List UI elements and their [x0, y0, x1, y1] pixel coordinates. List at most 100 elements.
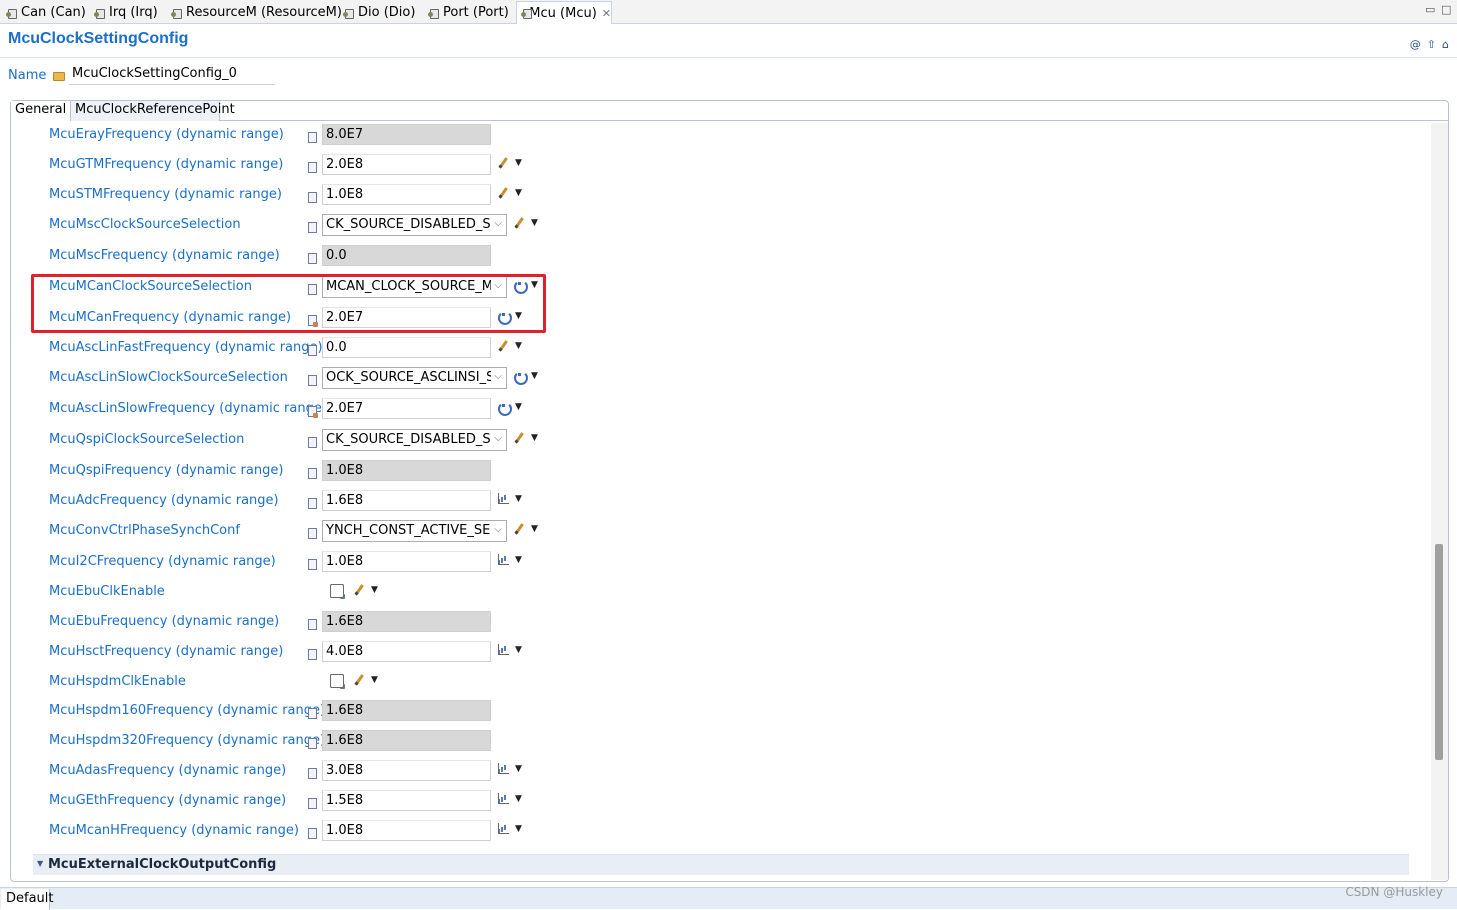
param-label[interactable]: McuGEthFrequency (dynamic range)	[49, 793, 286, 808]
param-type-icon	[308, 619, 317, 630]
param-value-select[interactable]: CK_SOURCE_DISABLED_SEL0⌵	[322, 214, 507, 236]
dropdown-triangle-icon[interactable]: ▼	[531, 371, 538, 381]
chevron-down-icon[interactable]: ⌵	[494, 433, 502, 444]
param-checkbox[interactable]	[330, 674, 344, 688]
pencil-icon[interactable]	[497, 187, 509, 199]
param-value-field[interactable]: 0.0	[322, 337, 491, 358]
param-label[interactable]: McuHspdm160Frequency (dynamic range)	[49, 703, 325, 718]
param-row: McuMscFrequency (dynamic range) 0.0	[0, 245, 1420, 276]
chevron-down-icon[interactable]: ⌵	[494, 218, 502, 229]
param-value-field[interactable]: 3.0E8	[322, 760, 491, 781]
param-label[interactable]: McuAscLinSlowFrequency (dynamic range)	[49, 401, 327, 416]
maximize-icon[interactable]: □	[1441, 3, 1451, 16]
tab-resourcem[interactable]: ResourceM (ResourceM)	[167, 2, 342, 23]
pencil-icon[interactable]	[513, 432, 525, 444]
param-label[interactable]: McuAdasFrequency (dynamic range)	[49, 763, 286, 778]
dropdown-triangle-icon[interactable]: ▼	[371, 675, 378, 685]
dropdown-triangle-icon[interactable]: ▼	[515, 555, 522, 565]
status-tab-default[interactable]: Default	[1, 889, 54, 910]
pencil-icon[interactable]	[353, 674, 365, 686]
pencil-icon[interactable]	[513, 523, 525, 535]
param-label[interactable]: McuEbuFrequency (dynamic range)	[49, 614, 279, 629]
tab-general[interactable]: General	[11, 101, 66, 121]
name-field[interactable]: McuClockSettingConfig_0	[69, 65, 275, 85]
param-actions: ▼	[497, 763, 522, 775]
param-value-select[interactable]: YNCH_CONST_ACTIVE_SEL0 ⌵	[322, 520, 507, 542]
param-label[interactable]: McuEbuClkEnable	[49, 584, 165, 599]
param-label[interactable]: McuAscLinFastFrequency (dynamic range)	[49, 340, 323, 355]
dropdown-triangle-icon[interactable]: ▼	[515, 158, 522, 168]
tab-mcu[interactable]: Mcu (Mcu) ✕	[516, 1, 612, 24]
pencil-icon[interactable]	[497, 340, 509, 352]
param-label[interactable]: McuQspiClockSourceSelection	[49, 432, 244, 447]
chevron-down-icon[interactable]: ⌵	[494, 524, 502, 535]
param-value-select[interactable]: CK_SOURCE_DISABLED_SEL0⌵	[322, 429, 507, 451]
param-label[interactable]: McuMscClockSourceSelection	[49, 217, 241, 232]
home-icon[interactable]: ⌂	[1442, 38, 1449, 51]
pencil-icon[interactable]	[497, 157, 509, 169]
param-label[interactable]: McuErayFrequency (dynamic range)	[49, 127, 284, 142]
param-value-field[interactable]: 1.6E8	[322, 490, 491, 511]
dropdown-triangle-icon[interactable]: ▼	[515, 645, 522, 655]
chart-icon[interactable]	[497, 793, 509, 805]
calculated-icon[interactable]	[497, 401, 512, 416]
chart-icon[interactable]	[497, 763, 509, 775]
param-checkbox[interactable]	[330, 584, 344, 598]
param-label[interactable]: McuHsctFrequency (dynamic range)	[49, 644, 283, 659]
param-label[interactable]: McuConvCtrlPhaseSynchConf	[49, 523, 240, 538]
module-icon	[171, 7, 183, 19]
dropdown-triangle-icon[interactable]: ▼	[515, 341, 522, 351]
param-label[interactable]: McuGTMFrequency (dynamic range)	[49, 157, 283, 172]
param-label[interactable]: McuHspdmClkEnable	[49, 674, 186, 689]
dropdown-triangle-icon[interactable]: ▼	[515, 764, 522, 774]
tab-port[interactable]: Port (Port)	[424, 2, 509, 23]
param-value-field[interactable]: 1.0E8	[322, 820, 491, 841]
param-label[interactable]: McuMscFrequency (dynamic range)	[49, 248, 280, 263]
param-label[interactable]: McuAscLinSlowClockSourceSelection	[49, 370, 288, 385]
vertical-scrollbar[interactable]	[1431, 123, 1448, 880]
pencil-icon[interactable]	[513, 217, 525, 229]
param-label[interactable]: McuAdcFrequency (dynamic range)	[49, 493, 279, 508]
chart-icon[interactable]	[497, 823, 509, 835]
param-value-field[interactable]: 1.0E8	[322, 551, 491, 572]
param-value-field[interactable]: 1.0E8	[322, 184, 491, 205]
dropdown-triangle-icon[interactable]: ▼	[531, 218, 538, 228]
minimize-icon[interactable]: ▭	[1425, 3, 1435, 16]
link-icon[interactable]: @	[1410, 38, 1421, 51]
param-label[interactable]: McuHspdm320Frequency (dynamic range)	[49, 733, 325, 748]
tab-can[interactable]: Can (Can)	[2, 2, 86, 23]
param-row: McuQspiFrequency (dynamic range) 1.0E8	[0, 460, 1420, 491]
chart-icon[interactable]	[497, 554, 509, 566]
section-header[interactable]: ▼ McuExternalClockOutputConfig	[33, 854, 1409, 875]
folder-icon	[53, 72, 65, 81]
tab-dio[interactable]: Dio (Dio)	[339, 2, 415, 23]
param-value-field[interactable]: 4.0E8	[322, 641, 491, 662]
pencil-icon[interactable]	[353, 584, 365, 596]
calculated-icon[interactable]	[513, 370, 528, 385]
dropdown-triangle-icon[interactable]: ▼	[531, 524, 538, 534]
chart-icon[interactable]	[497, 493, 509, 505]
collapse-triangle-icon[interactable]: ▼	[37, 859, 43, 868]
param-value-select[interactable]: OCK_SOURCE_ASCLINSI_SEL1⌵	[322, 367, 507, 389]
dropdown-triangle-icon[interactable]: ▼	[515, 402, 522, 412]
param-label[interactable]: McuQspiFrequency (dynamic range)	[49, 463, 283, 478]
up-arrow-icon[interactable]: ⇧	[1427, 38, 1436, 51]
dropdown-triangle-icon[interactable]: ▼	[515, 494, 522, 504]
tab-clock-reference-point[interactable]: McuClockReferencePoint	[70, 101, 235, 121]
param-label[interactable]: McuMcanHFrequency (dynamic range)	[49, 823, 299, 838]
param-label[interactable]: McuSTMFrequency (dynamic range)	[49, 187, 282, 202]
dropdown-triangle-icon[interactable]: ▼	[515, 824, 522, 834]
close-icon[interactable]: ✕	[602, 7, 611, 20]
dropdown-triangle-icon[interactable]: ▼	[371, 585, 378, 595]
scrollbar-thumb[interactable]	[1435, 544, 1443, 760]
param-value-field[interactable]: 2.0E7	[322, 398, 491, 419]
tab-irq[interactable]: Irq (Irq)	[90, 2, 158, 23]
chart-icon[interactable]	[497, 644, 509, 656]
dropdown-triangle-icon[interactable]: ▼	[515, 794, 522, 804]
chevron-down-icon[interactable]: ⌵	[494, 371, 502, 382]
dropdown-triangle-icon[interactable]: ▼	[531, 433, 538, 443]
param-value-field[interactable]: 1.5E8	[322, 790, 491, 811]
param-label[interactable]: McuI2CFrequency (dynamic range)	[49, 554, 276, 569]
dropdown-triangle-icon[interactable]: ▼	[515, 188, 522, 198]
param-value-field[interactable]: 2.0E8	[322, 154, 491, 175]
